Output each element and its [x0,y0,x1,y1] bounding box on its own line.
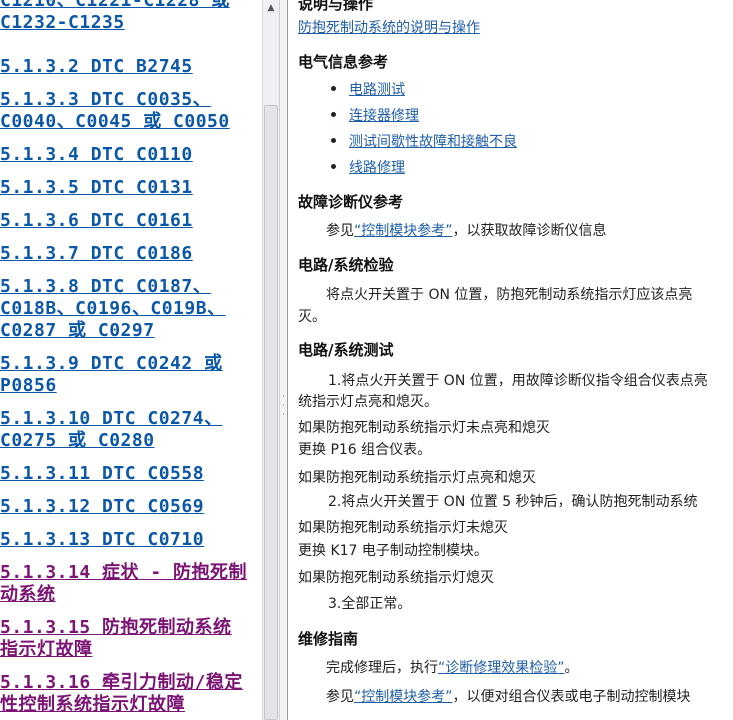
nav-link-line: 5.1.3.12 DTC C0569 [0,496,205,517]
nav-link-item[interactable]: 5.1.3.10 DTC C0274、 C0275 或 C0280 [0,408,223,452]
text-after-repair: 完成修理后，执行 [326,660,438,676]
nav-link-item[interactable]: C1210、C1221-C1228 或 C1232-C1235 [0,0,230,34]
nav-link-line: 性控制系统指示灯故障 [0,694,185,715]
link-intermittent-test[interactable]: 测试间歇性故障和接触不良 [349,131,517,151]
link-circuit-testing[interactable]: 电路测试 [349,79,405,99]
link-abs-description[interactable]: 防抱死制动系统的说明与操作 [298,17,480,37]
text-period: 。 [564,660,579,676]
bullet-icon [331,164,336,169]
nav-link-line: C018B、C0196、C019B、 [0,298,226,319]
heading-scan-tool: 故障诊断仪参考 [298,193,404,211]
scroll-up-arrow-icon[interactable]: ▲ [263,0,279,16]
heading-repair-guide: 维修指南 [298,630,359,648]
link-connector-repair[interactable]: 连接器修理 [349,105,419,125]
scrollbar-thumb[interactable] [264,105,278,720]
nav-link-line: 5.1.3.4 DTC C0110 [0,144,193,165]
verify-text-line1: 将点火开关置于 ON 位置，防抱死制动系统指示灯应该点亮 [326,287,693,303]
nav-link-item[interactable]: 5.1.3.11 DTC C0558 [0,463,204,485]
nav-link-line: 5.1.3.9 DTC C0242 或 [0,353,223,374]
bullet-icon [331,138,336,143]
action-1: 更换 P16 组合仪表。 [298,442,432,458]
section-heading-description: 说明与操作 [298,0,374,13]
step2: 2.将点火开关置于 ON 位置 5 秒钟后，确认防抱死制动系统 [328,494,698,510]
nav-link-line: 动系统 [0,584,56,605]
nav-link-line: 5.1.3.6 DTC C0161 [0,210,193,231]
link-control-module-ref[interactable]: “控制模块参考” [354,223,453,239]
nav-link-line: 5.1.3.14 症状 - 防抱死制 [0,562,248,583]
link-wiring-repair[interactable]: 线路修理 [349,157,405,177]
step1-line2: 统指示灯点亮和熄灭。 [298,394,438,410]
reference-text: 参见“控制模块参考”，以便对组合仪表或电子制动控制模块 [326,686,691,706]
nav-link-line: 5.1.3.10 DTC C0274、 [0,408,223,429]
nav-link-line: C1210、C1221-C1228 或 [0,0,230,11]
condition-4: 如果防抱死制动系统指示灯熄灭 [298,570,494,586]
text-scan-info: ，以获取故障诊断仪信息 [452,223,607,239]
splitter-grip-icon: · · · [282,392,285,420]
nav-link-line: 5.1.3.3 DTC C0035、 [0,89,212,110]
nav-link-line: 5.1.3.15 防抱死制动系统 [0,617,232,638]
nav-link-line: 5.1.3.11 DTC C0558 [0,463,205,484]
repair-text: 完成修理后，执行“诊断修理效果检验”。 [326,657,579,677]
navigation-pane: C1210、C1221-C1228 或 C1232-C1235 5.1.3.2 D… [0,0,262,720]
nav-link-item[interactable]: 5.1.3.14 症状 - 防抱死制 动系统 [0,562,247,606]
nav-link-item[interactable]: 5.1.3.15 防抱死制动系统 指示灯故障 [0,617,232,661]
nav-link-item[interactable]: 5.1.3.9 DTC C0242 或 P0856 [0,353,223,397]
nav-link-item[interactable]: 5.1.3.13 DTC C0710 [0,529,204,551]
nav-link-item[interactable]: 5.1.3.6 DTC C0161 [0,210,193,232]
step3: 3.全部正常。 [328,596,412,612]
nav-link-item[interactable]: 5.1.3.8 DTC C0187、 C018B、C0196、C019B、 C028… [0,276,226,342]
nav-link-line: 5.1.3.5 DTC C0131 [0,177,193,198]
heading-system-verify: 电路/系统检验 [298,256,394,274]
heading-electrical-info: 电气信息参考 [298,53,389,71]
nav-link-item[interactable]: 5.1.3.16 牵引力制动/稳定 性控制系统指示灯故障 [0,672,243,716]
nav-link-item[interactable]: 5.1.3.4 DTC C0110 [0,144,193,166]
nav-link-item[interactable]: 5.1.3.2 DTC B2745 [0,56,193,78]
pane-splitter[interactable]: · · · [279,0,288,720]
action-3: 更换 K17 电子制动控制模块。 [298,543,488,559]
text-see: 参见 [326,223,354,239]
bullet-icon [331,86,336,91]
nav-link-line: C0040、C0045 或 C0050 [0,111,230,132]
nav-link-line: P0856 [0,375,57,396]
scan-tool-reference-text: 参见“控制模块参考”，以获取故障诊断仪信息 [326,220,607,240]
nav-link-line: C1232-C1235 [0,12,125,33]
nav-link-line: 5.1.3.8 DTC C0187、 [0,276,212,297]
nav-link-line: 5.1.3.2 DTC B2745 [0,56,193,77]
nav-link-line: C0287 或 C0297 [0,320,155,341]
nav-link-line: C0275 或 C0280 [0,430,155,451]
nav-link-line: 指示灯故障 [0,639,93,660]
nav-link-line: 5.1.3.7 DTC C0186 [0,243,193,264]
condition-2: 如果防抱死制动系统指示灯点亮和熄灭 [298,470,536,486]
nav-link-line: 5.1.3.16 牵引力制动/稳定 [0,672,243,693]
nav-link-item[interactable]: 5.1.3.5 DTC C0131 [0,177,193,199]
condition-1: 如果防抱死制动系统指示灯未点亮和熄灭 [298,420,550,436]
nav-link-item[interactable]: 5.1.3.3 DTC C0035、 C0040、C0045 或 C0050 [0,89,230,133]
heading-system-test: 电路/系统测试 [298,341,394,359]
verify-text-line2: 灭。 [298,309,326,325]
nav-scrollbar[interactable]: ▲ [262,0,279,720]
text-see-2: 参见 [326,689,354,705]
bullet-icon [331,112,336,117]
link-control-module-ref-2[interactable]: “控制模块参考” [354,689,453,705]
text-ref-post: ，以便对组合仪表或电子制动控制模块 [452,689,691,705]
content-pane: 说明与操作 防抱死制动系统的说明与操作 电气信息参考 电路测试 连接器修理 测试… [288,0,733,720]
link-repair-verification[interactable]: “诊断修理效果检验” [438,660,565,676]
nav-link-item[interactable]: 5.1.3.7 DTC C0186 [0,243,193,265]
condition-3: 如果防抱死制动系统指示灯未熄灭 [298,520,508,536]
step1-line1: 1.将点火开关置于 ON 位置，用故障诊断仪指令组合仪表点亮 [328,373,708,389]
nav-link-item[interactable]: 5.1.3.12 DTC C0569 [0,496,204,518]
nav-link-line: 5.1.3.13 DTC C0710 [0,529,205,550]
